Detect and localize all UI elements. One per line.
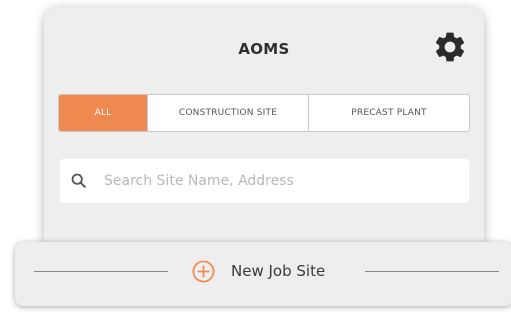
page-title: AOMS: [238, 40, 290, 58]
tab-precast-plant[interactable]: PRECAST PLANT: [308, 95, 469, 131]
settings-button[interactable]: [432, 29, 468, 65]
divider-right: [365, 271, 499, 272]
search-bar: [60, 159, 469, 203]
gear-icon: [435, 32, 465, 62]
new-job-site-button[interactable]: New Job Site: [15, 242, 511, 306]
app-window: AOMS ALL CONSTRUCTION SITE PRECAST PLANT: [0, 0, 511, 312]
new-job-site-label: New Job Site: [231, 262, 326, 280]
tab-all[interactable]: ALL: [59, 95, 147, 131]
search-input[interactable]: [104, 173, 424, 189]
site-type-filter: ALL CONSTRUCTION SITE PRECAST PLANT: [58, 94, 470, 132]
tab-construction-site[interactable]: CONSTRUCTION SITE: [147, 95, 308, 131]
search-icon: [71, 173, 86, 188]
divider-left: [34, 271, 168, 272]
plus-circle-icon: [192, 260, 215, 283]
